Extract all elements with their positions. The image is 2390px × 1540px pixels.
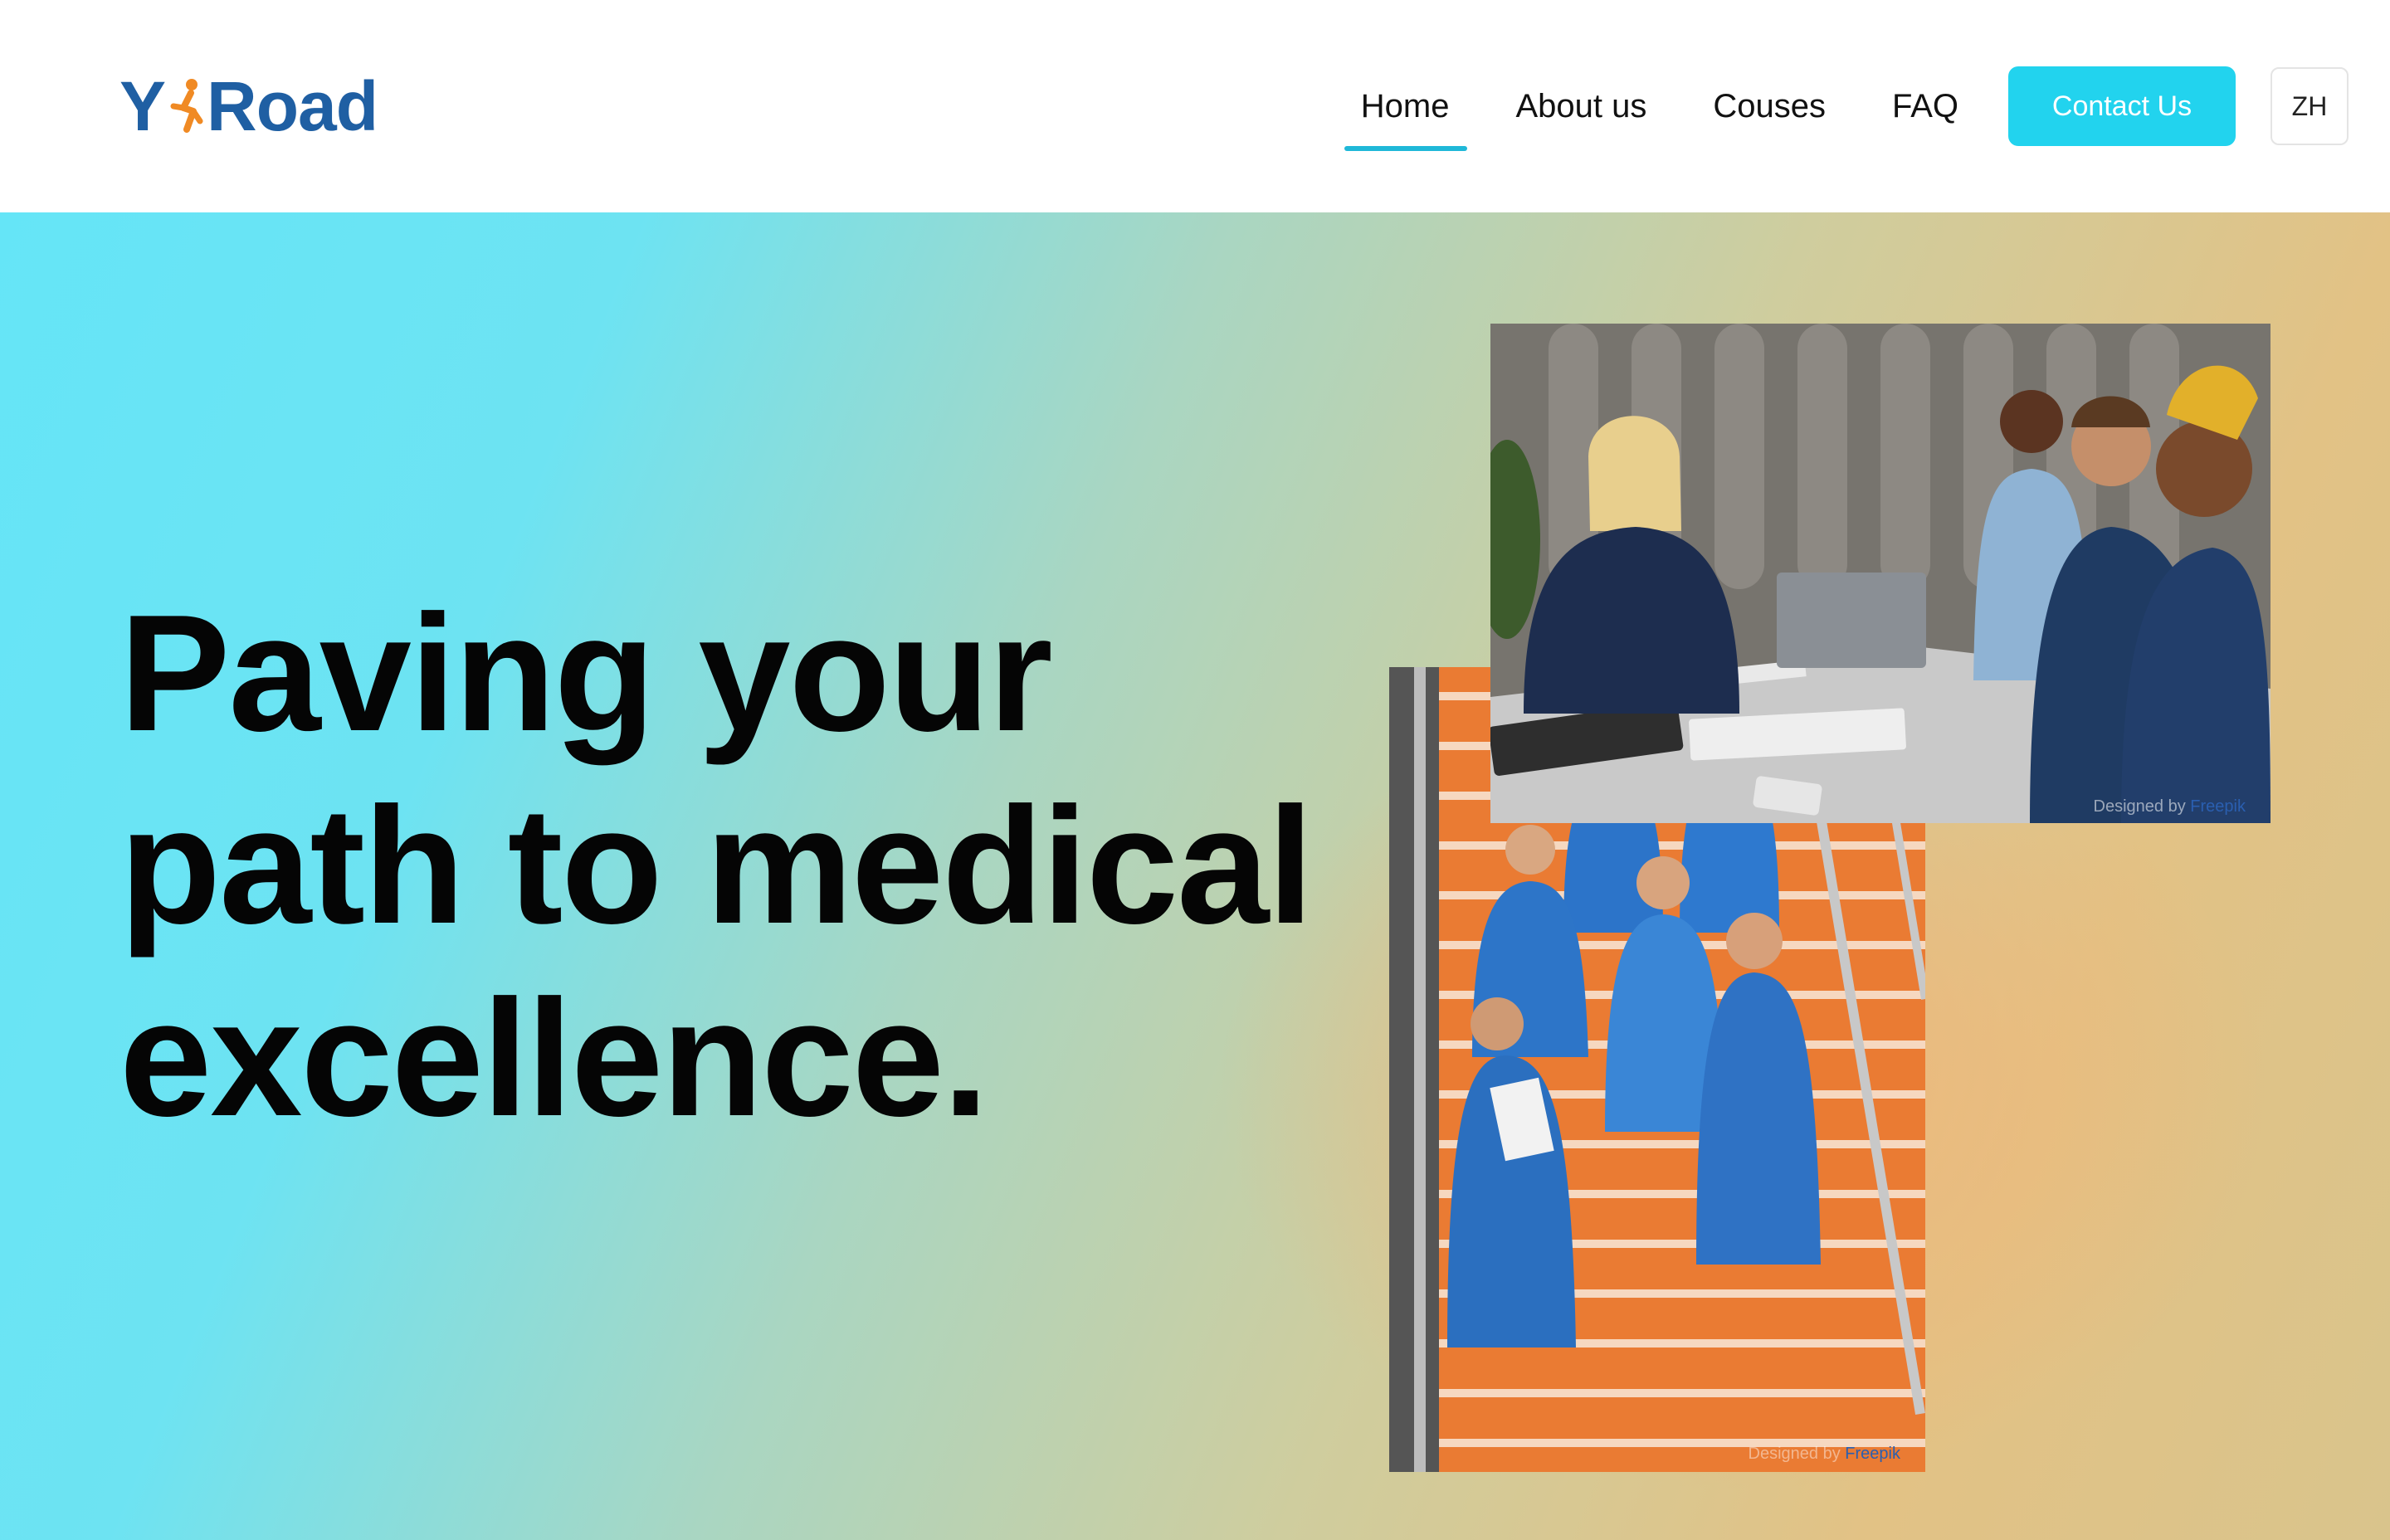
logo-text-y: Y (120, 66, 166, 145)
nav-item-about-us[interactable]: About us (1515, 66, 1646, 146)
site-logo[interactable]: Y Road (120, 67, 378, 145)
hero-heading-line-2: path to medical (120, 773, 1314, 958)
meeting-photo-credit: Designed by Freepik (2094, 797, 2246, 816)
nav-item-faq[interactable]: FAQ (1892, 66, 1958, 146)
meeting-illustration (1490, 324, 2270, 823)
hero-section: Paving your path to medical excellence. (0, 212, 2390, 1540)
nav-item-home[interactable]: Home (1344, 66, 1468, 151)
stairs-credit-brand[interactable]: Freepik (1845, 1445, 1900, 1463)
hero-heading-line-1: Paving your (120, 581, 1053, 766)
hero-heading-line-3: excellence. (120, 966, 988, 1151)
meeting-credit-prefix: Designed by (2093, 797, 2186, 816)
runner-logo-icon (170, 79, 203, 133)
contact-us-button[interactable]: Contact Us (2008, 66, 2236, 146)
meeting-credit-brand[interactable]: Freepik (2190, 797, 2246, 816)
hero-heading: Paving your path to medical excellence. (120, 578, 1414, 1155)
stairs-credit-prefix: Designed by (1748, 1445, 1841, 1463)
site-header: Y Road Home About us Couses FAQ Contact … (0, 0, 2390, 212)
logo-text-road: Road (207, 66, 378, 145)
photo-medical-team-meeting: Designed by Freepik (1490, 324, 2270, 823)
main-nav: Home About us Couses FAQ Contact Us ZH (1344, 66, 2349, 151)
nav-item-couses[interactable]: Couses (1713, 66, 1826, 146)
stairs-photo-credit: Designed by Freepik (1749, 1445, 1900, 1464)
language-toggle-button[interactable]: ZH (2270, 67, 2349, 145)
